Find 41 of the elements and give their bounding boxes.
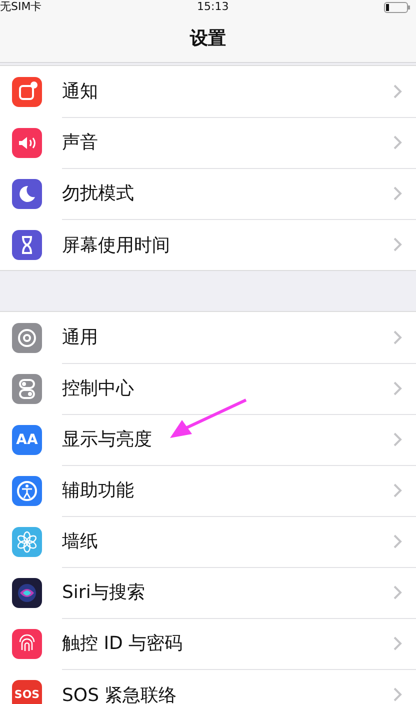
settings-row[interactable]: Siri与搜索 (0, 567, 416, 618)
settings-row[interactable]: 屏幕使用时间 (0, 219, 416, 270)
chevron-icon (393, 380, 402, 396)
settings-row[interactable]: SOS SOS 紧急联络 (0, 669, 416, 704)
carrier-text: 无SIM卡 (0, 1, 42, 13)
settings-row[interactable]: 通知 (0, 66, 416, 117)
row-label: 勿扰模式 (62, 182, 135, 205)
row-label: SOS 紧急联络 (62, 684, 178, 704)
row-label: 屏幕使用时间 (62, 234, 171, 256)
chevron-icon (393, 134, 402, 150)
chevron-icon (393, 482, 402, 498)
chevron-icon (393, 432, 402, 446)
chevron-icon (393, 330, 402, 344)
row-label: 显示与亮度 (62, 428, 153, 451)
row-label: 辅助功能 (62, 479, 135, 502)
settings-row[interactable]: 触控 ID 与密码 (0, 618, 416, 669)
battery-icon (384, 2, 410, 12)
settings-row[interactable]: 辅助功能 (0, 465, 416, 516)
row-label: 触控 ID 与密码 (62, 632, 184, 655)
status-time: 15:13 (197, 1, 229, 13)
settings-row[interactable]: 勿扰模式 (0, 168, 416, 219)
settings-row[interactable]: 控制中心 (0, 363, 416, 414)
chevron-icon (393, 84, 402, 98)
row-label: Siri与搜索 (62, 581, 146, 604)
chevron-icon (393, 534, 402, 548)
settings-row[interactable]: 通用 (0, 312, 416, 363)
settings-row[interactable]: 墙纸 (0, 516, 416, 567)
app-icon: SOS (12, 680, 42, 704)
row-label: 通用 (62, 326, 99, 349)
row-label: 声音 (62, 131, 99, 154)
chevron-icon (393, 584, 402, 600)
row-label: 控制中心 (62, 377, 135, 400)
chevron-icon (393, 687, 402, 702)
chevron-icon (393, 186, 402, 200)
row-label: 通知 (62, 80, 99, 103)
chevron-icon (393, 636, 402, 650)
settings-row[interactable]: 声音 (0, 117, 416, 168)
chevron-icon (393, 237, 402, 252)
row-label: 墙纸 (62, 530, 99, 553)
nav-title: 设置 (190, 27, 226, 50)
app-icon: AA (12, 424, 42, 454)
